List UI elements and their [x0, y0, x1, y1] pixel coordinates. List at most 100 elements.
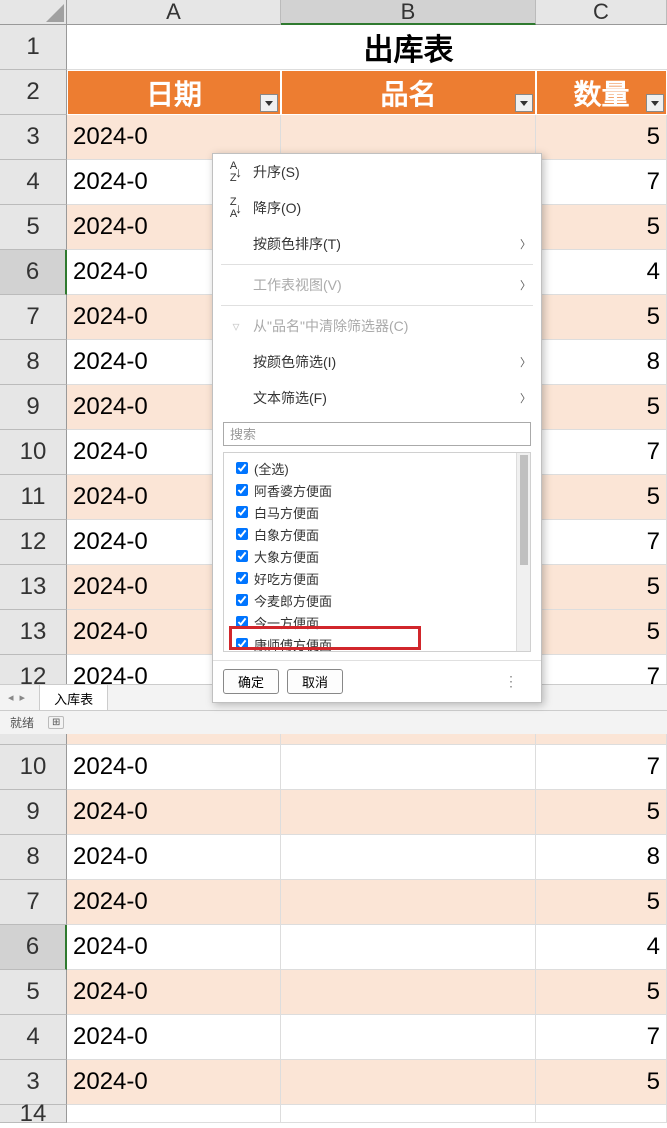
- cell-7-C[interactable]: 5: [536, 295, 667, 340]
- text-filter-item[interactable]: 文本筛选(F) 〉: [213, 380, 541, 416]
- row-header-11[interactable]: 11: [0, 475, 67, 520]
- filter-checkbox[interactable]: [236, 550, 248, 562]
- cell-6-A[interactable]: 2024-0: [67, 925, 281, 970]
- cell-10-A[interactable]: 2024-0: [67, 745, 281, 790]
- row-header-7[interactable]: 7: [0, 295, 67, 340]
- cell-4-C[interactable]: 7: [536, 1015, 667, 1060]
- cell-6-C[interactable]: 4: [536, 250, 667, 295]
- cell-3-C[interactable]: 5: [536, 115, 667, 160]
- col-header-A[interactable]: A: [67, 0, 281, 25]
- row-header-8[interactable]: 8: [0, 340, 67, 385]
- row-header-3[interactable]: 3: [0, 115, 67, 160]
- filter-check-item[interactable]: 大象方便面: [236, 545, 516, 567]
- filter-checkbox[interactable]: [236, 506, 248, 518]
- col-header-B[interactable]: B: [281, 0, 536, 25]
- filter-button-qty[interactable]: [646, 94, 664, 112]
- cell-8-B[interactable]: [281, 835, 536, 880]
- cell-14-A[interactable]: [67, 1105, 281, 1123]
- cell-9-A[interactable]: 2024-0: [67, 790, 281, 835]
- cell-13-C[interactable]: 5: [536, 610, 667, 655]
- cell-6-C[interactable]: 4: [536, 925, 667, 970]
- filter-check-item[interactable]: 白马方便面: [236, 501, 516, 523]
- filter-checkbox[interactable]: [236, 594, 248, 606]
- cell-5-A[interactable]: 2024-0: [67, 970, 281, 1015]
- filter-checkbox[interactable]: [236, 616, 248, 628]
- filter-button-name[interactable]: [515, 94, 533, 112]
- row-header-3[interactable]: 3: [0, 1060, 67, 1105]
- cell-9-C[interactable]: 5: [536, 790, 667, 835]
- cell-8-C[interactable]: 8: [536, 835, 667, 880]
- filter-check-item[interactable]: 康师傅方便面: [236, 633, 516, 651]
- resize-grip-icon[interactable]: ⋮: [504, 673, 521, 690]
- filter-search-input[interactable]: [223, 422, 531, 446]
- filter-check-item[interactable]: 阿香婆方便面: [236, 479, 516, 501]
- accessibility-icon[interactable]: ⊞: [48, 716, 64, 729]
- cell-4-B[interactable]: [281, 1015, 536, 1060]
- cell-12-C[interactable]: 7: [536, 520, 667, 565]
- filter-check-item[interactable]: 好吃方便面: [236, 567, 516, 589]
- row-header-5[interactable]: 5: [0, 970, 67, 1015]
- row-header-12[interactable]: 12: [0, 520, 67, 565]
- cell-3-C[interactable]: 5: [536, 1060, 667, 1105]
- row-header-6[interactable]: 6: [0, 250, 67, 295]
- cell-5-C[interactable]: 5: [536, 205, 667, 250]
- tab-nav-last-icon[interactable]: ▸: [18, 691, 28, 704]
- cell-14-C[interactable]: [536, 1105, 667, 1123]
- row-header-5[interactable]: 5: [0, 205, 67, 250]
- filter-checkbox[interactable]: [236, 572, 248, 584]
- sort-desc-item[interactable]: ZA↓ 降序(O): [213, 190, 541, 226]
- row-header-4[interactable]: 4: [0, 1015, 67, 1060]
- row-header-14[interactable]: 14: [0, 1105, 67, 1123]
- cell-7-A[interactable]: 2024-0: [67, 880, 281, 925]
- row-header-2[interactable]: 2: [0, 70, 67, 115]
- row-header-7[interactable]: 7: [0, 880, 67, 925]
- cell-3-A[interactable]: 2024-0: [67, 1060, 281, 1105]
- tab-nav-first-icon[interactable]: ◂: [6, 691, 16, 704]
- row-header-9[interactable]: 9: [0, 385, 67, 430]
- filter-checkbox[interactable]: [236, 484, 248, 496]
- cell-4-C[interactable]: 7: [536, 160, 667, 205]
- cell-9-C[interactable]: 5: [536, 385, 667, 430]
- filter-by-color-item[interactable]: 按颜色筛选(I) 〉: [213, 344, 541, 380]
- row-header-10[interactable]: 10: [0, 430, 67, 475]
- select-all-corner[interactable]: [0, 0, 67, 25]
- checklist-scrollbar[interactable]: [516, 453, 530, 651]
- row-header-13[interactable]: 13: [0, 565, 67, 610]
- cell-7-B[interactable]: [281, 880, 536, 925]
- row-header-4[interactable]: 4: [0, 160, 67, 205]
- cell-10-C[interactable]: 7: [536, 745, 667, 790]
- cell-8-C[interactable]: 8: [536, 340, 667, 385]
- sort-by-color-item[interactable]: 按颜色排序(T) 〉: [213, 226, 541, 262]
- filter-checkbox[interactable]: [236, 462, 248, 474]
- cell-9-B[interactable]: [281, 790, 536, 835]
- cell-14-B[interactable]: [281, 1105, 536, 1123]
- filter-button-date[interactable]: [260, 94, 278, 112]
- cell-4-A[interactable]: 2024-0: [67, 1015, 281, 1060]
- filter-check-item[interactable]: 白象方便面: [236, 523, 516, 545]
- cell-3-B[interactable]: [281, 1060, 536, 1105]
- row-header-8[interactable]: 8: [0, 835, 67, 880]
- filter-check-item[interactable]: (全选): [236, 457, 516, 479]
- cell-8-A[interactable]: 2024-0: [67, 835, 281, 880]
- sort-asc-item[interactable]: AZ↓ 升序(S): [213, 154, 541, 190]
- row-header-6[interactable]: 6: [0, 925, 67, 970]
- cell-13-C[interactable]: 5: [536, 565, 667, 610]
- cell-10-B[interactable]: [281, 745, 536, 790]
- cell-11-C[interactable]: 5: [536, 475, 667, 520]
- ok-button[interactable]: 确定: [223, 669, 279, 694]
- col-header-C[interactable]: C: [536, 0, 667, 25]
- cell-10-C[interactable]: 7: [536, 430, 667, 475]
- cell-7-C[interactable]: 5: [536, 880, 667, 925]
- cell-5-B[interactable]: [281, 970, 536, 1015]
- filter-checkbox[interactable]: [236, 528, 248, 540]
- sheet-tab-active[interactable]: 入库表: [39, 684, 108, 712]
- cell-5-C[interactable]: 5: [536, 970, 667, 1015]
- row-header-13[interactable]: 13: [0, 610, 67, 655]
- cancel-button[interactable]: 取消: [287, 669, 343, 694]
- cell-6-B[interactable]: [281, 925, 536, 970]
- row-header-10[interactable]: 10: [0, 745, 67, 790]
- row-header-1[interactable]: 1: [0, 25, 67, 70]
- filter-checkbox[interactable]: [236, 638, 248, 650]
- filter-check-item[interactable]: 今麦郎方便面: [236, 589, 516, 611]
- row-header-9[interactable]: 9: [0, 790, 67, 835]
